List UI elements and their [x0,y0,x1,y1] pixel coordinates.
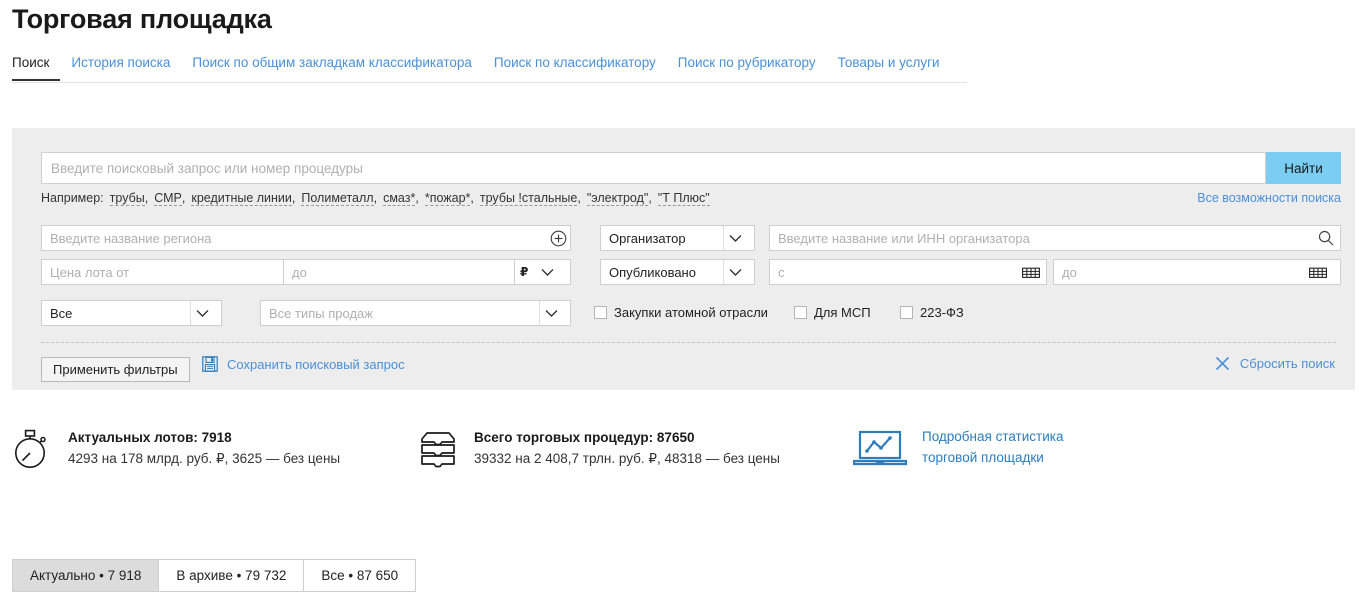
result-scope-tabs: Актуально • 7 918В архиве • 79 732Все • … [12,559,416,592]
search-hint-8[interactable]: "Т Плюс" [658,191,710,206]
page-title: Торговая площадка [12,4,272,35]
checkbox-atomic-industry[interactable]: Закупки атомной отрасли [594,305,768,320]
search-hint-3[interactable]: Полиметалл [301,191,373,206]
search-input[interactable] [41,152,1266,184]
date-from-input[interactable] [769,259,1047,285]
stopwatch-icon [12,426,52,470]
main-tabs: ПоискИстория поискаПоиск по общим заклад… [12,55,967,83]
search-hint-1[interactable]: СМР [154,191,182,206]
stat-title: Актуальных лотов: 7918 [68,428,340,448]
all-search-options-link[interactable]: Все возможности поиска [1197,191,1341,205]
status-label: Все [50,306,184,321]
hint-separator: , [415,191,418,205]
checkbox-label: Закупки атомной отрасли [614,305,768,320]
result-scope-tab-2[interactable]: Все • 87 650 [304,560,415,591]
stat-detail: 39332 на 2 408,7 трлн. руб. ₽, 48318 — б… [474,448,780,470]
search-filter-panel: Найти Например: трубы,СМР,кредитные лини… [12,128,1355,390]
checkbox-label: Для МСП [814,305,871,320]
hint-separator: , [145,191,148,205]
search-hint-5[interactable]: *пожар* [425,191,471,206]
statistics-section: Актуальных лотов: 7918 4293 на 178 млрд.… [12,420,1355,490]
stat-link-line1: Подробная статистика [922,426,1063,447]
hint-separator: , [374,191,377,205]
tab-2[interactable]: Поиск по общим закладкам классификатора [181,55,483,79]
search-hint-7[interactable]: "электрод" [587,191,648,206]
search-hint-6[interactable]: трубы !стальные [480,191,577,206]
checkbox-box[interactable] [594,306,607,319]
close-x-icon [1215,356,1230,371]
organizer-input[interactable] [769,225,1341,251]
tab-5[interactable]: Товары и услуги [827,55,951,79]
chevron-down-icon [724,268,746,277]
hint-separator: , [292,191,295,205]
add-region-icon[interactable] [546,226,570,250]
calendar-icon[interactable] [1307,262,1329,282]
date-to-input[interactable] [1053,259,1341,285]
checkbox-223fz[interactable]: 223-ФЗ [900,305,964,320]
tab-3[interactable]: Поиск по классификатору [483,55,667,79]
hint-separator: , [577,191,580,205]
stat-title: Всего торговых процедур: 87650 [474,428,780,448]
search-button[interactable]: Найти [1266,152,1341,184]
status-select[interactable]: Все [41,300,222,326]
tab-4[interactable]: Поиск по рубрикатору [667,55,827,79]
checkbox-msp[interactable]: Для МСП [794,305,871,320]
price-to-input[interactable] [283,259,515,285]
save-search-query-link[interactable]: Сохранить поисковый запрос [202,356,405,372]
organizer-type-label: Организатор [609,231,717,246]
sale-type-select[interactable]: Все типы продаж [260,300,571,326]
laptop-chart-icon [853,426,908,468]
search-row: Найти [41,152,1341,184]
tab-0[interactable]: Поиск [12,55,60,81]
checkbox-label: 223-ФЗ [920,305,964,320]
checkbox-box[interactable] [794,306,807,319]
hint-separator: , [182,191,185,205]
trading-platform-page: Торговая площадка ПоискИстория поискаПои… [0,0,1370,600]
calendar-icon[interactable] [1020,262,1042,282]
hints-label: Например: [41,191,104,205]
result-scope-tab-0[interactable]: Актуально • 7 918 [13,560,159,591]
stat-total-procedures: Всего торговых процедур: 87650 39332 на … [418,426,780,470]
published-label: Опубликовано [609,265,717,280]
stat-link-line2: торговой площадки [922,447,1063,468]
search-hint-0[interactable]: трубы [110,191,145,206]
reset-search-label: Сбросить поиск [1240,356,1335,371]
organizer-type-select[interactable]: Организатор [600,225,755,251]
hint-separator: , [648,191,651,205]
stat-detail: 4293 на 178 млрд. руб. ₽, 3625 — без цен… [68,448,340,470]
currency-symbol: ₽ [520,265,528,279]
currency-select[interactable]: ₽ [514,259,571,285]
hint-separator: , [470,191,473,205]
detailed-statistics-link[interactable]: Подробная статистика торговой площадки [853,426,1063,468]
save-search-query-label: Сохранить поисковый запрос [227,357,405,372]
price-from-input[interactable] [41,259,284,285]
stacked-trays-icon [418,426,458,469]
search-hint-4[interactable]: смаз* [383,191,415,206]
search-hints-row: Например: трубы,СМР,кредитные линии,Поли… [41,191,1341,209]
apply-filters-button[interactable]: Применить фильтры [41,357,190,382]
reset-search-link[interactable]: Сбросить поиск [1215,356,1335,371]
published-select[interactable]: Опубликовано [600,259,755,285]
result-scope-tab-1[interactable]: В архиве • 79 732 [159,560,304,591]
stat-actual-lots: Актуальных лотов: 7918 4293 на 178 млрд.… [12,426,340,470]
filters-divider [41,342,1336,343]
search-hint-2[interactable]: кредитные линии [191,191,292,206]
checkbox-box[interactable] [900,306,913,319]
search-icon[interactable] [1315,227,1337,249]
chevron-down-icon [724,234,746,243]
chevron-down-icon [536,268,558,277]
floppy-disk-icon [202,356,218,372]
chevron-down-icon [540,309,562,318]
tab-1[interactable]: История поиска [60,55,181,79]
chevron-down-icon [191,309,213,318]
sale-type-label: Все типы продаж [269,306,533,321]
region-input[interactable] [41,225,571,251]
